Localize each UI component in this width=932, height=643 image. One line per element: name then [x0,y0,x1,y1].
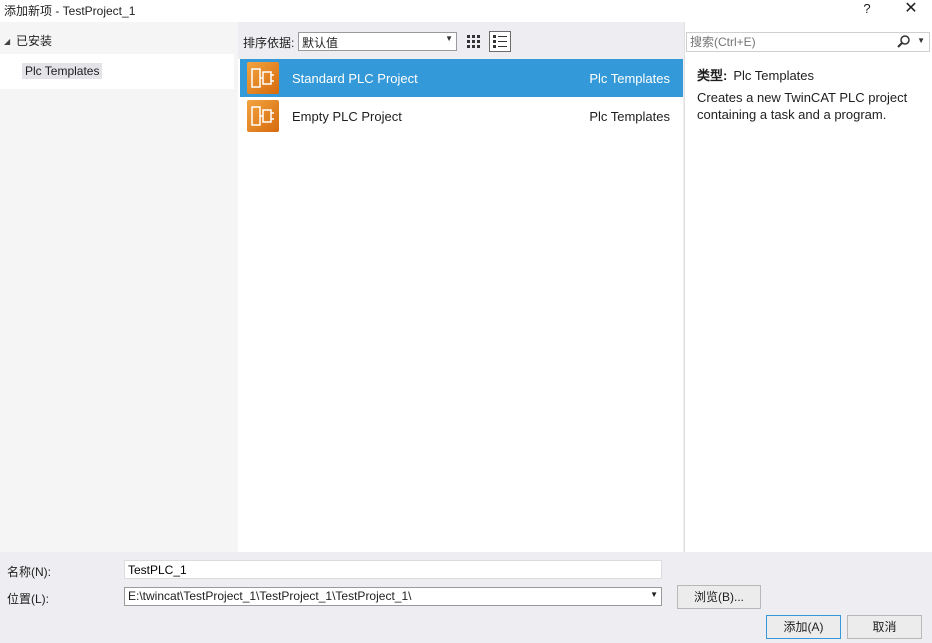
grid-view-icon [467,35,480,48]
close-button[interactable]: ✕ [896,0,926,20]
tree-node-installed[interactable]: ◢ 已安装 [4,32,52,48]
detail-description: Creates a new TwinCAT PLC project contai… [697,90,908,122]
sort-label: 排序依据: [243,36,295,50]
list-view-icon [493,35,507,48]
plc-project-icon [247,62,279,94]
tree-item-plc-templates[interactable]: Plc Templates [0,54,234,89]
window-title: 添加新项 - TestProject_1 [4,4,136,18]
add-button[interactable]: 添加(A) [766,615,841,639]
location-value: E:\twincat\TestProject_1\TestProject_1\T… [128,589,412,603]
type-label: 类型: [697,68,728,83]
name-field[interactable] [124,560,662,579]
sort-value: 默认值 [302,36,339,50]
template-category: Plc Templates [589,71,670,86]
search-icon[interactable] [897,35,911,49]
template-name: Standard PLC Project [292,71,418,86]
expand-triangle-icon[interactable]: ◢ [4,37,16,46]
cancel-button[interactable]: 取消 [847,615,922,639]
help-button[interactable]: ? [852,0,882,20]
sort-dropdown[interactable]: 默认值 ▼ [298,32,457,51]
location-label: 位置(L): [7,592,50,606]
browse-button[interactable]: 浏览(B)... [677,585,761,609]
tree-node-label: 已安装 [16,34,53,48]
search-input[interactable] [690,34,895,50]
detail-type: 类型: Plc Templates [697,65,814,84]
grid-view-button[interactable] [463,31,485,52]
template-row-empty-plc[interactable]: Empty PLC Project Plc Templates [240,97,683,135]
location-dropdown[interactable]: E:\twincat\TestProject_1\TestProject_1\T… [124,587,662,606]
category-tree: ◢ 已安装 Plc Templates [0,22,238,552]
name-label: 名称(N): [7,565,51,579]
type-value: Plc Templates [733,68,815,83]
details-pane: ▼ 类型: Plc Templates Creates a new TwinCAT… [684,22,932,552]
toolbar: 排序依据: 默认值 ▼ [238,22,683,59]
tree-item-label: Plc Templates [22,63,103,79]
chevron-down-icon: ▼ [650,590,658,599]
template-category: Plc Templates [589,109,670,124]
chevron-down-icon[interactable]: ▼ [917,36,925,45]
template-name: Empty PLC Project [292,109,402,124]
title-bar: 添加新项 - TestProject_1 ? ✕ [0,0,932,22]
search-box[interactable]: ▼ [686,32,930,52]
plc-project-icon [247,100,279,132]
template-row-standard-plc[interactable]: Standard PLC Project Plc Templates [240,59,683,97]
list-view-button[interactable] [489,31,511,52]
chevron-down-icon: ▼ [445,34,453,43]
bottom-form: 名称(N): 位置(L): E:\twincat\TestProject_1\T… [0,552,932,643]
template-list: Standard PLC Project Plc Templates Empty… [238,59,683,552]
